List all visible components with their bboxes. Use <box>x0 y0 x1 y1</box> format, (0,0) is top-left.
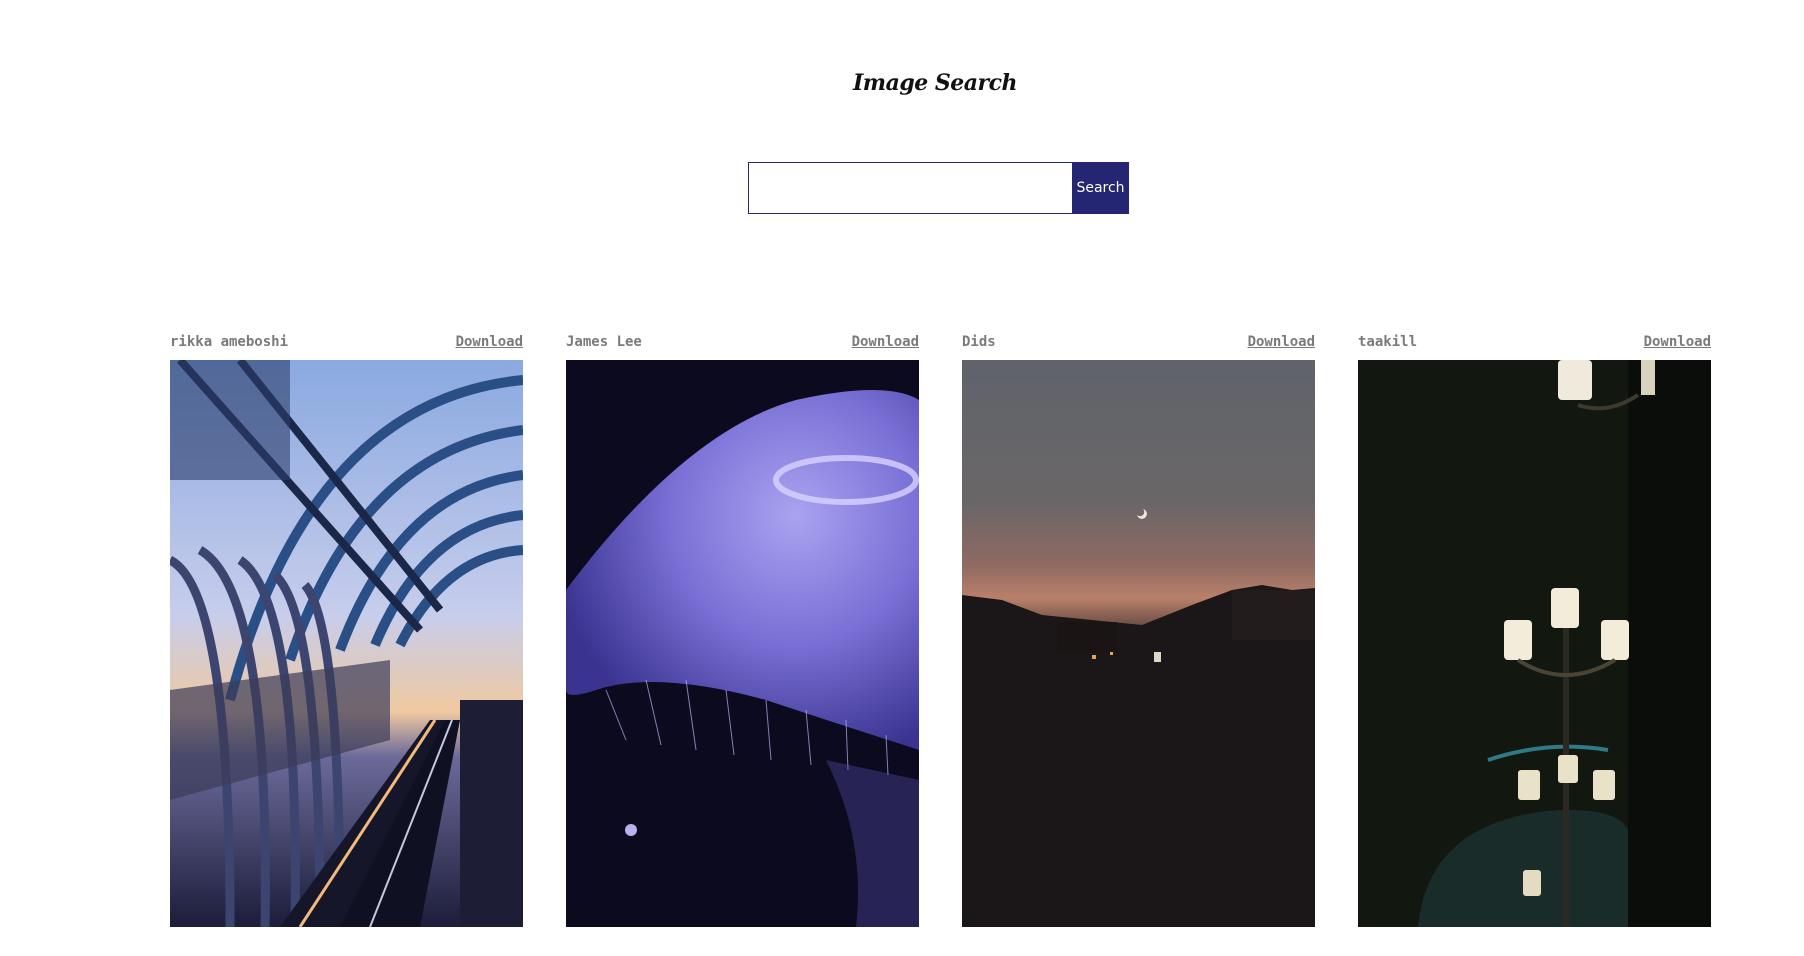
author-name: James Lee <box>566 334 642 350</box>
result-image-moon-sunset[interactable] <box>962 360 1315 927</box>
search-button[interactable]: Search <box>1072 162 1129 214</box>
results-grid: rikka ameboshi Download James Lee Downlo… <box>170 334 1711 927</box>
result-image-street-lamps[interactable] <box>1358 360 1711 927</box>
result-card: taakill Download <box>1358 334 1711 927</box>
result-image-station[interactable] <box>170 360 523 927</box>
card-header: taakill Download <box>1358 334 1711 360</box>
card-header: James Lee Download <box>566 334 919 360</box>
download-link[interactable]: Download <box>1248 334 1315 350</box>
page: Image Search Search rikka ameboshi Downl… <box>0 0 1804 956</box>
author-name: Dids <box>962 334 996 350</box>
search-input[interactable] <box>748 162 1072 214</box>
result-card: rikka ameboshi Download <box>170 334 523 927</box>
page-title: Image Search <box>853 70 1017 96</box>
download-link[interactable]: Download <box>1644 334 1711 350</box>
result-card: Dids Download <box>962 334 1315 927</box>
author-name: rikka ameboshi <box>170 334 289 350</box>
result-image-jellyfish[interactable] <box>566 360 919 927</box>
author-name: taakill <box>1358 334 1418 350</box>
search-form: Search <box>748 162 1129 214</box>
download-link[interactable]: Download <box>456 334 523 350</box>
card-header: rikka ameboshi Download <box>170 334 523 360</box>
card-header: Dids Download <box>962 334 1315 360</box>
result-card: James Lee Download <box>566 334 919 927</box>
download-link[interactable]: Download <box>852 334 919 350</box>
